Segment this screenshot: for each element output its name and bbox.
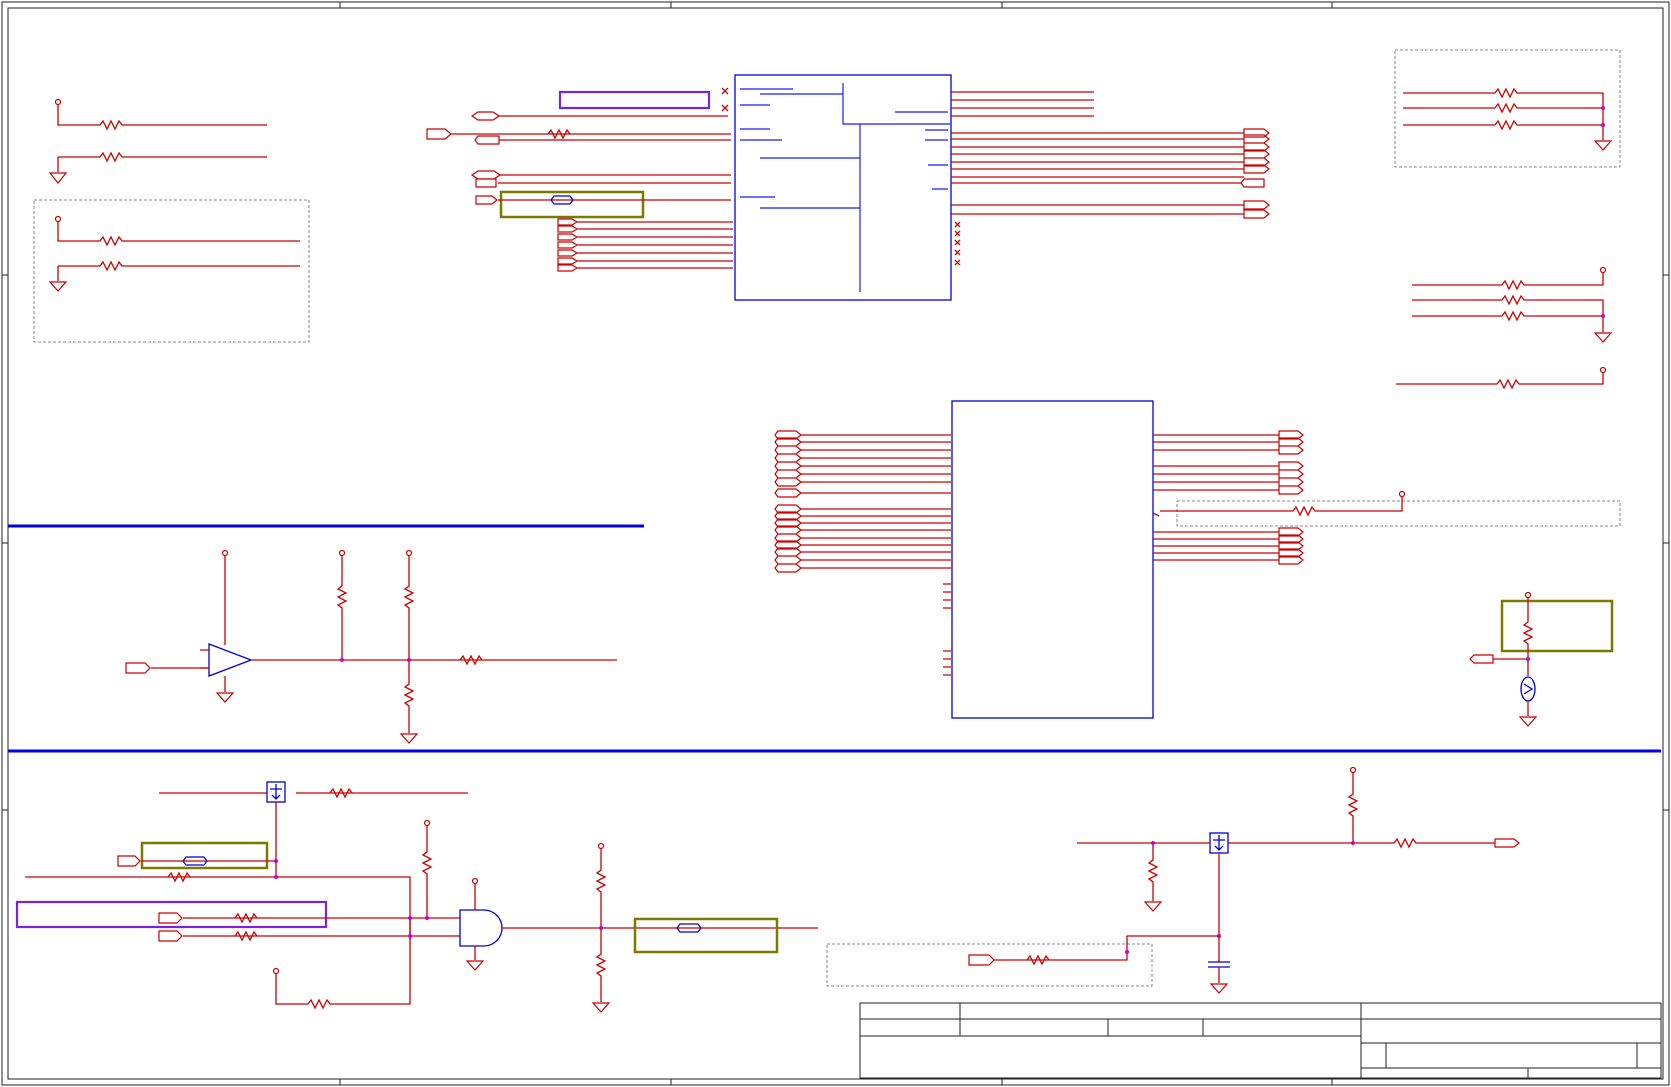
- ground-icon: [1593, 140, 1613, 151]
- top-right-resistors: [1403, 87, 1613, 151]
- net-label-icon: [470, 111, 501, 121]
- power-pin-icon: [471, 877, 479, 885]
- buffer-gate-icon: [208, 643, 253, 677]
- mid-right-resistors: [1396, 266, 1613, 390]
- ground-icon: [215, 692, 235, 703]
- net-label-icon: [1494, 838, 1520, 848]
- buffer-circuit: [125, 549, 617, 744]
- left-optional-resistors: [48, 215, 300, 292]
- net-label-icon: [470, 170, 502, 180]
- ground-icon: [591, 1002, 611, 1013]
- net-label-icon: [158, 912, 183, 924]
- power-pin-icon: [1349, 766, 1357, 774]
- top-ic-block: [734, 74, 952, 301]
- ic-u-center: [951, 400, 1154, 719]
- ground-icon: [1209, 983, 1229, 994]
- power-pin-icon: [272, 967, 280, 975]
- and-gate-icon: [459, 909, 503, 947]
- ground-icon: [399, 733, 419, 744]
- top-ic-right-nets: [951, 91, 1270, 266]
- power-pin-icon: [597, 842, 605, 850]
- net-label-icon: [475, 178, 497, 188]
- net-label-icon: [426, 128, 452, 140]
- ground-icon: [1593, 332, 1613, 343]
- power-pin-icon: [423, 819, 431, 827]
- ground-icon: [1143, 901, 1163, 912]
- optional-block-left: [33, 199, 310, 343]
- power-pin-icon: [1524, 591, 1532, 599]
- net-label-icon: [475, 195, 498, 205]
- power-pin-icon: [1398, 490, 1406, 498]
- bottom-right-mosfet-circuit: [968, 766, 1520, 994]
- power-pin-icon: [1599, 366, 1607, 374]
- capacitor-icon: [1208, 961, 1230, 968]
- net-label-icon: [474, 135, 500, 145]
- optional-block-center-right: [1176, 500, 1621, 527]
- center-ic-block: [774, 400, 1304, 719]
- power-pin-icon: [338, 549, 346, 557]
- top-left-resistor-group: [48, 98, 267, 184]
- bottom-left-logic: [25, 781, 818, 1013]
- highlight-box-olive-top: [499, 190, 645, 219]
- highlight-box-purple-top: [558, 90, 711, 110]
- power-pin-icon: [1599, 266, 1607, 274]
- net-label-icon: [158, 930, 183, 942]
- title-block: [859, 1002, 1662, 1079]
- ground-icon: [48, 172, 68, 184]
- top-ic-left-nets: [426, 87, 733, 272]
- net-label-icon: [117, 855, 141, 867]
- ground-icon: [1518, 716, 1538, 727]
- schematic-sheet: [1, 1, 1670, 1086]
- highlight-box-olive-right: [1500, 599, 1614, 653]
- net-label-icon: [125, 662, 151, 674]
- power-pin-icon: [54, 98, 62, 106]
- sheet-border: [1, 1, 1670, 1086]
- center-right-pullup: [1160, 490, 1406, 517]
- power-pin-icon: [405, 549, 413, 557]
- ground-icon: [465, 960, 485, 971]
- net-label-icon: [1469, 654, 1494, 664]
- ground-icon: [48, 281, 68, 292]
- power-pin-icon: [221, 549, 229, 557]
- highlight-box-olive-bottom-center: [633, 917, 779, 954]
- net-label-icon: [968, 954, 995, 966]
- power-pin-icon: [54, 215, 62, 223]
